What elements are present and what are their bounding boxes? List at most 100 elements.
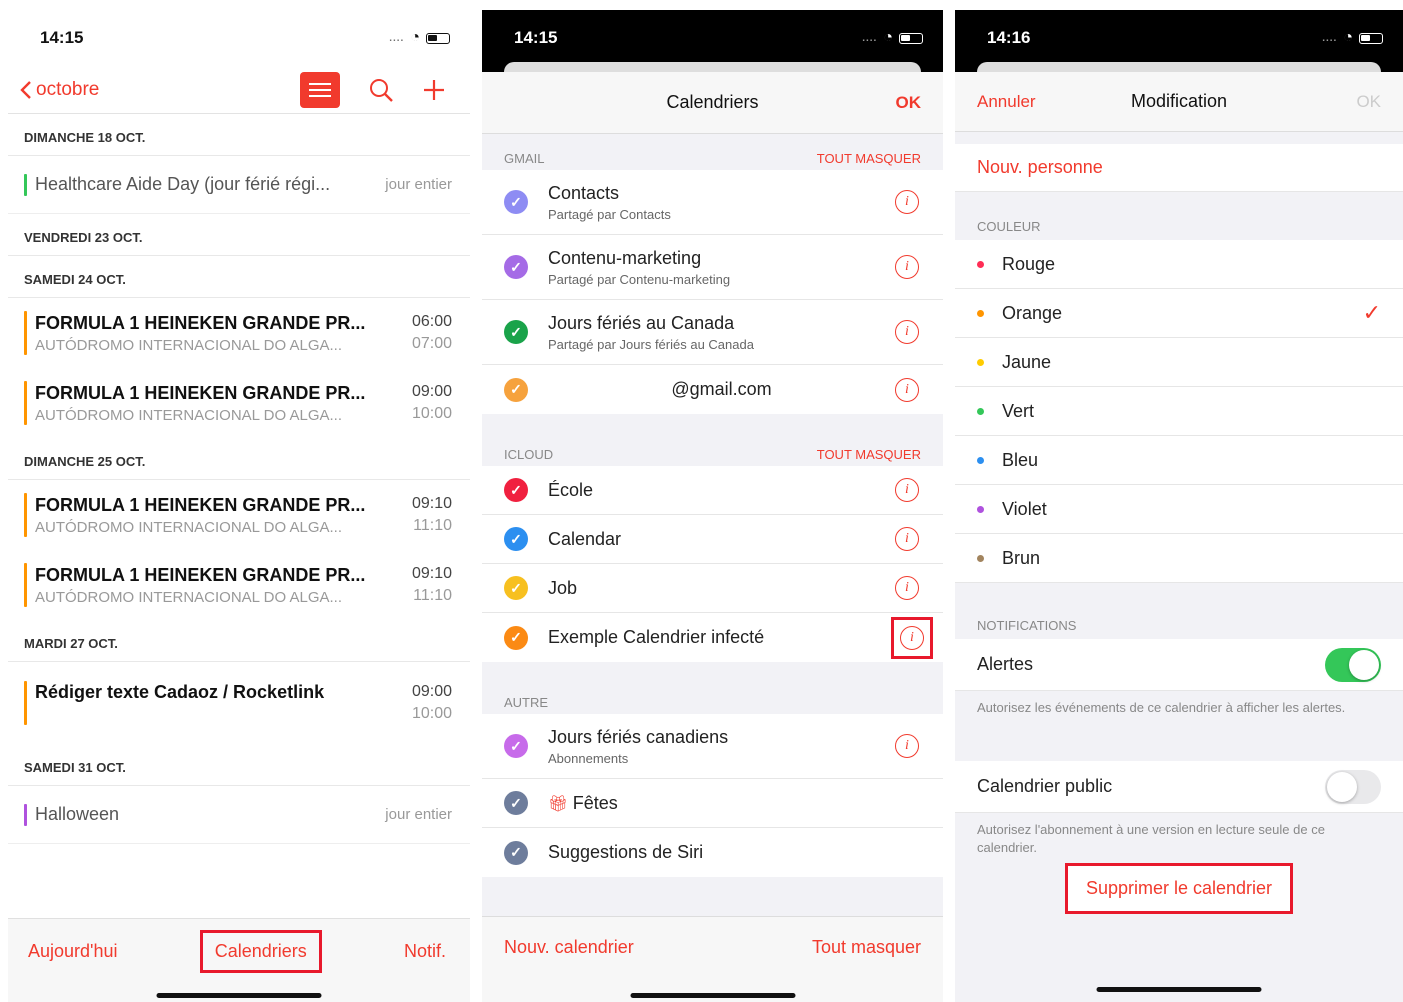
event-color-bar bbox=[24, 311, 27, 355]
color-option[interactable]: Jaune bbox=[955, 338, 1403, 387]
info-icon[interactable]: i bbox=[895, 527, 919, 551]
color-option[interactable]: Vert bbox=[955, 387, 1403, 436]
color-dot bbox=[977, 505, 984, 513]
event-row[interactable]: FORMULA 1 HEINEKEN GRANDE PR... AUTÓDROMO… bbox=[8, 298, 470, 368]
alerts-note: Autorisez les événements de ce calendrie… bbox=[977, 700, 1346, 715]
event-location: AUTÓDROMO INTERNACIONAL DO ALGA... bbox=[35, 406, 342, 424]
calendar-row[interactable]: ✓ Calendar i bbox=[482, 515, 943, 564]
color-name: Jaune bbox=[1002, 351, 1052, 372]
calendar-row[interactable]: ✓ Suggestions de Siri bbox=[482, 828, 943, 877]
ok-button[interactable]: OK bbox=[896, 93, 922, 113]
calendar-row[interactable]: ✓ École i bbox=[482, 466, 943, 515]
color-option[interactable]: Orange ✓ bbox=[955, 289, 1403, 338]
allday-event[interactable]: Halloween jour entier bbox=[8, 786, 470, 844]
calendar-text: Suggestions de Siri bbox=[548, 842, 943, 863]
calendar-name-text: Fêtes bbox=[572, 792, 618, 813]
delete-calendar-button[interactable]: Supprimer le calendrier bbox=[1064, 863, 1294, 914]
event-text: FORMULA 1 HEINEKEN GRANDE PR... AUTÓDROMO… bbox=[35, 495, 412, 536]
gift-icon: 🎁︎ bbox=[548, 795, 573, 813]
calendar-check-icon[interactable]: ✓ bbox=[504, 377, 528, 402]
info-icon[interactable]: i bbox=[895, 478, 919, 502]
calendar-row[interactable]: ✓ Job i bbox=[482, 564, 943, 613]
cancel-button[interactable]: Annuler bbox=[977, 92, 1036, 112]
alerts-toggle[interactable] bbox=[1325, 647, 1381, 682]
day-header: DIMANCHE 18 OCT. bbox=[8, 114, 470, 156]
calendar-row[interactable]: ✓ Exemple Calendrier infecté i bbox=[482, 613, 943, 662]
calendar-check-icon[interactable]: ✓ bbox=[504, 734, 528, 758]
color-option[interactable]: Brun bbox=[955, 534, 1403, 583]
alerts-label: Alertes bbox=[977, 654, 1034, 674]
calendar-name: Suggestions de Siri bbox=[548, 842, 704, 862]
info-icon[interactable]: i bbox=[895, 255, 919, 279]
color-option[interactable]: Violet bbox=[955, 485, 1403, 534]
event-title: Healthcare Aide Day (jour férié régi... bbox=[35, 174, 331, 194]
day-header: SAMEDI 24 OCT. bbox=[8, 256, 470, 298]
event-row[interactable]: FORMULA 1 HEINEKEN GRANDE PR... AUTÓDROMO… bbox=[8, 550, 470, 620]
event-times: 09:10 11:10 bbox=[412, 563, 452, 607]
color-dot bbox=[977, 456, 984, 464]
calendar-row[interactable]: ✓ @gmail.com i bbox=[482, 365, 943, 414]
nav-bar: octobre bbox=[8, 66, 470, 114]
today-button[interactable]: Aujourd'hui bbox=[28, 941, 118, 962]
event-row[interactable]: FORMULA 1 HEINEKEN GRANDE PR... AUTÓDROMO… bbox=[8, 480, 470, 550]
calendar-subtitle: Partagé par Contacts bbox=[548, 206, 671, 222]
info-icon[interactable]: i bbox=[895, 190, 919, 214]
hide-all-link[interactable]: TOUT MASQUER bbox=[817, 447, 921, 462]
info-icon[interactable]: i bbox=[895, 576, 919, 600]
new-calendar-button[interactable]: Nouv. calendrier bbox=[504, 937, 634, 1002]
new-person-button[interactable]: Nouv. personne bbox=[955, 144, 1403, 192]
color-name: Bleu bbox=[1002, 449, 1039, 470]
info-icon[interactable]: i bbox=[900, 625, 924, 650]
event-row[interactable]: FORMULA 1 HEINEKEN GRANDE PR... AUTÓDROMO… bbox=[8, 368, 470, 438]
event-color-bar bbox=[24, 681, 27, 725]
alerts-row: Alertes bbox=[955, 639, 1403, 691]
ok-button[interactable]: OK bbox=[1356, 92, 1381, 112]
calendar-check-icon[interactable]: ✓ bbox=[504, 576, 528, 600]
color-option[interactable]: Bleu bbox=[955, 436, 1403, 485]
event-color-bar bbox=[24, 173, 27, 196]
calendar-sections: GMAIL TOUT MASQUER ✓ Contacts Partagé par Co… bbox=[482, 134, 943, 877]
hide-all-button[interactable]: Tout masquer bbox=[812, 937, 921, 1002]
color-dot bbox=[977, 309, 984, 317]
event-end: 11:10 bbox=[413, 517, 452, 534]
section-header: GMAIL TOUT MASQUER bbox=[482, 134, 943, 170]
list-view-button[interactable] bbox=[300, 71, 340, 108]
color-option[interactable]: Rouge bbox=[955, 240, 1403, 289]
public-toggle[interactable] bbox=[1325, 769, 1381, 804]
allday-event[interactable]: Healthcare Aide Day (jour férié régi... j… bbox=[8, 156, 470, 214]
calendar-check-icon[interactable]: ✓ bbox=[504, 527, 528, 551]
info-icon[interactable]: i bbox=[895, 377, 919, 402]
calendar-row[interactable]: ✓ Jours fériés au Canada Partagé par Jours… bbox=[482, 300, 943, 365]
event-start: 09:10 bbox=[411, 565, 452, 582]
hide-all-link[interactable]: TOUT MASQUER bbox=[817, 151, 921, 166]
home-indicator bbox=[630, 993, 795, 998]
notif-header-label: NOTIFICATIONS bbox=[977, 618, 1077, 633]
event-start: 09:00 bbox=[411, 683, 452, 700]
calendar-check-icon[interactable]: ✓ bbox=[504, 190, 528, 214]
notifications-button[interactable]: Notif. bbox=[404, 941, 446, 962]
calendar-row[interactable]: ✓ Contacts Partagé par Contacts i bbox=[482, 170, 943, 235]
calendar-check-icon[interactable]: ✓ bbox=[504, 255, 528, 279]
calendar-text: Exemple Calendrier infecté bbox=[548, 627, 891, 648]
calendar-check-icon[interactable]: ✓ bbox=[504, 320, 528, 344]
info-highlight: i bbox=[891, 616, 933, 659]
add-icon[interactable] bbox=[422, 78, 446, 102]
calendar-check-icon[interactable]: ✓ bbox=[504, 840, 528, 865]
calendar-row[interactable]: ✓ Contenu-marketing Partagé par Contenu-ma… bbox=[482, 235, 943, 300]
event-end: 10:00 bbox=[411, 405, 452, 422]
calendar-group: ✓ Jours fériés canadiens Abonnements i ✓ 🎁︎ F… bbox=[482, 714, 943, 877]
calendar-row[interactable]: ✓ 🎁︎ Fêtes bbox=[482, 779, 943, 828]
calendar-check-icon[interactable]: ✓ bbox=[504, 791, 528, 815]
calendars-button[interactable]: Calendriers bbox=[199, 930, 322, 973]
search-icon[interactable] bbox=[368, 77, 394, 103]
day-header: DIMANCHE 25 OCT. bbox=[8, 438, 470, 480]
event-row[interactable]: Rédiger texte Cadaoz / Rocketlink 09:00 10… bbox=[8, 662, 470, 744]
info-icon[interactable]: i bbox=[895, 320, 919, 344]
calendar-check-icon[interactable]: ✓ bbox=[504, 625, 528, 650]
info-icon[interactable]: i bbox=[895, 734, 919, 758]
calendar-group: ✓ Contacts Partagé par Contacts i ✓ Contenu-m… bbox=[482, 170, 943, 414]
calendar-group: ✓ École i ✓ Calendar i ✓ Job i ✓ Exemple Calendrie… bbox=[482, 466, 943, 662]
calendar-check-icon[interactable]: ✓ bbox=[504, 478, 528, 502]
back-button[interactable]: octobre bbox=[20, 79, 99, 101]
calendar-row[interactable]: ✓ Jours fériés canadiens Abonnements i bbox=[482, 714, 943, 779]
